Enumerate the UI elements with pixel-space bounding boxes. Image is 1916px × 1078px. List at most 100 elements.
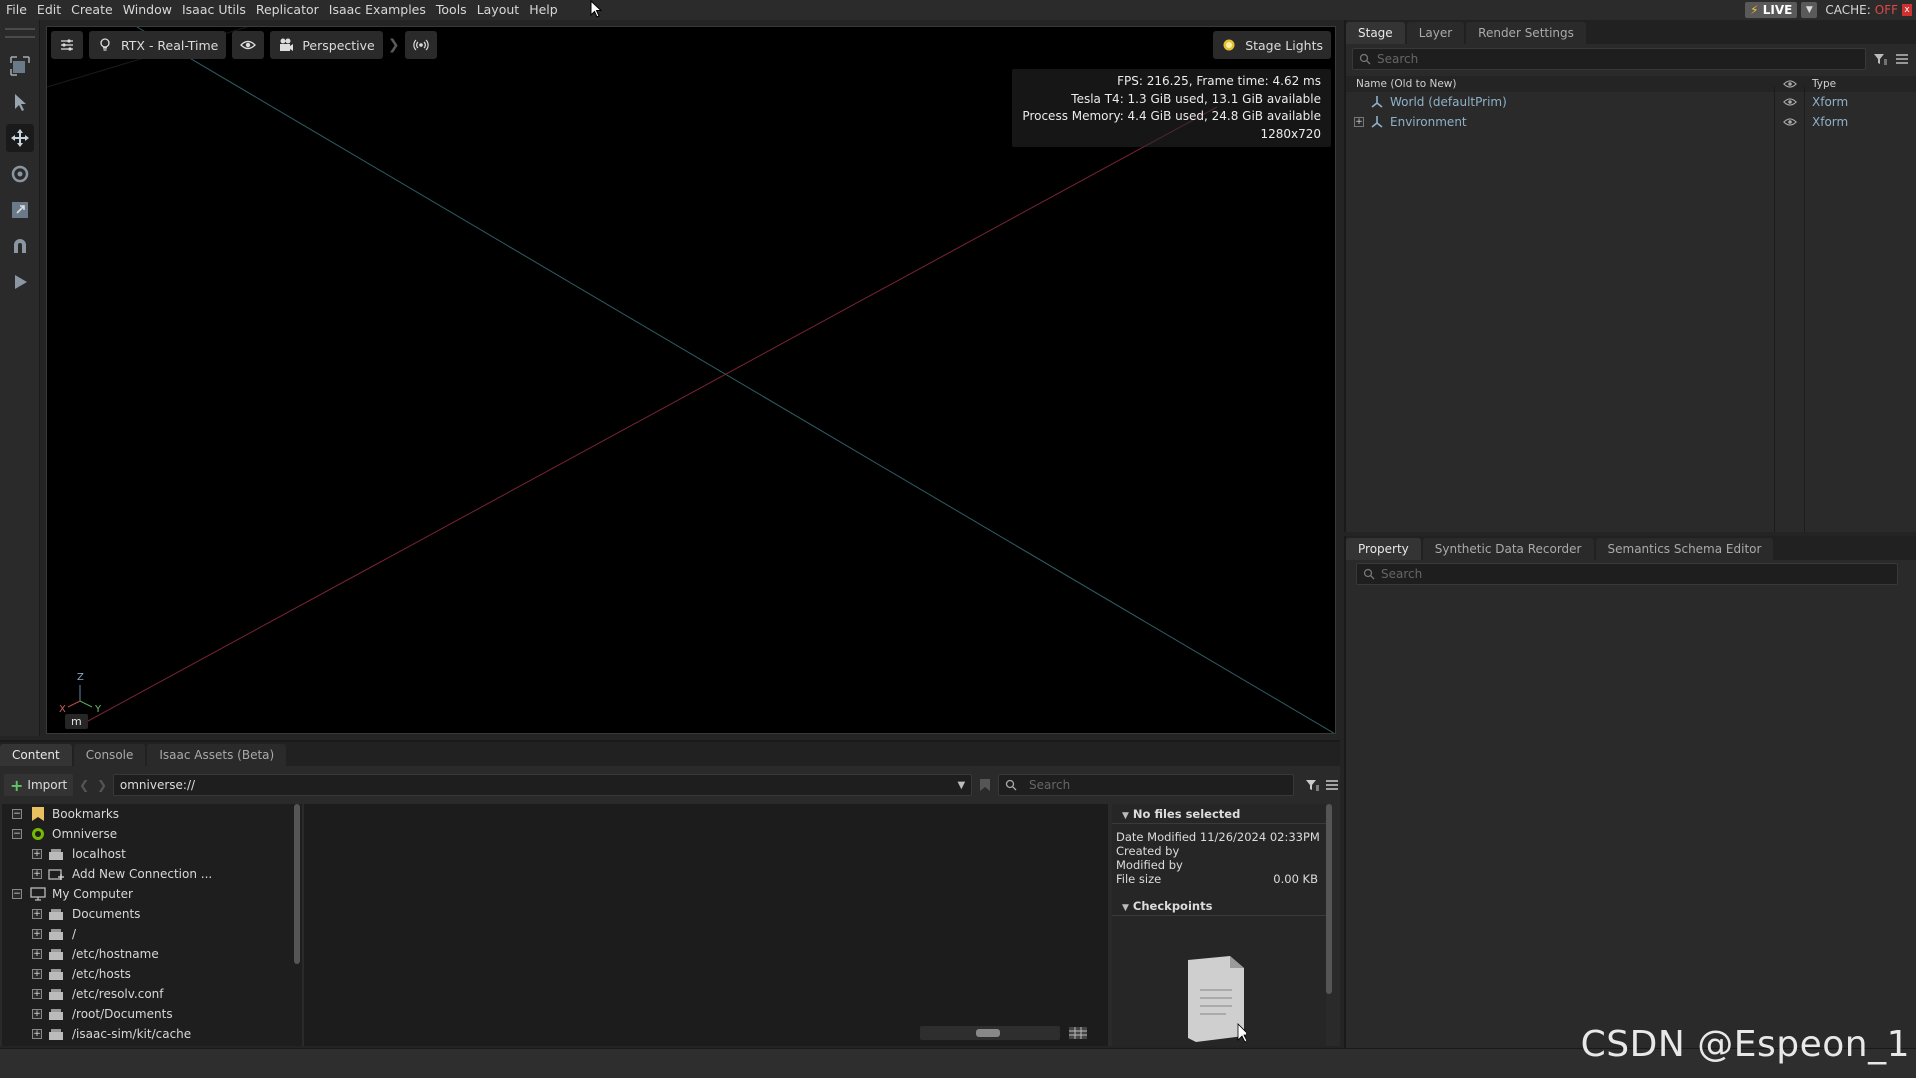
cache-close-icon[interactable]: x (1902, 4, 1912, 16)
eye-icon[interactable] (1783, 116, 1797, 128)
renderer-button[interactable]: RTX - Real-Time (89, 31, 227, 59)
expand-plus-icon[interactable]: + (32, 849, 42, 859)
tree-item-etc-hosts[interactable]: + /etc/hosts (2, 964, 302, 984)
tab-synthetic-data-recorder[interactable]: Synthetic Data Recorder (1422, 538, 1594, 560)
units-indicator[interactable]: m (65, 714, 88, 729)
tab-stage[interactable]: Stage (1346, 22, 1405, 44)
stage-row-world[interactable]: World (defaultPrim) Xform (1346, 92, 1916, 112)
viewport-settings-button[interactable] (51, 31, 83, 59)
path-input[interactable]: omniverse:// ▼ (112, 774, 973, 796)
collapse-minus-icon[interactable]: − (12, 889, 22, 899)
tab-render-settings[interactable]: Render Settings (1466, 22, 1586, 44)
expand-plus-icon[interactable]: + (32, 969, 42, 979)
expand-plus-icon[interactable]: + (32, 1029, 42, 1039)
thumbnail-size-slider[interactable] (920, 1026, 1060, 1040)
filter-icon[interactable] (1304, 777, 1320, 793)
triangle-down-icon: ▼ (1122, 903, 1129, 913)
camera-icon (280, 38, 294, 51)
expand-plus-icon[interactable]: + (32, 949, 42, 959)
tab-layer[interactable]: Layer (1406, 22, 1465, 44)
stage-lights-button[interactable]: Stage Lights (1213, 31, 1331, 59)
tree-item-etc-resolv[interactable]: + /etc/resolv.conf (2, 984, 302, 1004)
column-divider[interactable] (1804, 86, 1805, 532)
live-button[interactable]: ⚡ LIVE (1745, 2, 1798, 18)
toolbar-grip[interactable] (4, 28, 35, 38)
property-search-input[interactable]: Search (1356, 563, 1898, 585)
path-dropdown-icon[interactable]: ▼ (958, 780, 966, 791)
tree-item-root-documents[interactable]: + /root/Documents (2, 1004, 302, 1024)
expand-plus-icon[interactable]: + (32, 929, 42, 939)
expand-plus-icon[interactable]: + (32, 869, 42, 879)
camera-button[interactable]: Perspective (270, 31, 383, 59)
file-browser-pane[interactable] (304, 804, 1108, 1046)
expand-plus-icon[interactable]: + (32, 1009, 42, 1019)
tree-item-etc-hostname[interactable]: + /etc/hostname (2, 944, 302, 964)
forward-arrow-icon[interactable]: ❯ (95, 778, 109, 792)
viewport[interactable]: RTX - Real-Time Perspective ❯ Stage Ligh… (46, 26, 1336, 734)
filter-icon[interactable] (1872, 51, 1888, 67)
content-search-placeholder: Search (1029, 778, 1071, 792)
column-divider[interactable] (1774, 86, 1775, 532)
audio-broadcast-button[interactable] (404, 31, 437, 59)
select-mode-icon[interactable] (6, 52, 34, 80)
menu-isaac-examples[interactable]: Isaac Examples (324, 0, 431, 20)
visibility-column-eye-icon[interactable] (1783, 78, 1797, 90)
menu-file[interactable]: File (0, 0, 32, 20)
menu-replicator[interactable]: Replicator (251, 0, 324, 20)
menu-edit[interactable]: Edit (32, 0, 66, 20)
back-arrow-icon[interactable]: ❮ (77, 778, 91, 792)
collapse-minus-icon[interactable]: − (12, 829, 22, 839)
scale-tool-icon[interactable] (6, 196, 34, 224)
stage-search-row: Search (1346, 44, 1916, 74)
stage-search-input[interactable]: Search (1352, 48, 1866, 70)
expand-plus-icon[interactable]: + (32, 909, 42, 919)
tree-item-kit-cache[interactable]: + /isaac-sim/kit/cache (2, 1024, 302, 1044)
import-button[interactable]: + Import (4, 774, 74, 796)
tree-item-bookmarks[interactable]: − Bookmarks (2, 804, 302, 824)
menu-layout[interactable]: Layout (472, 0, 525, 20)
menu-create[interactable]: Create (66, 0, 118, 20)
live-dropdown-chevron-icon[interactable]: ▼ (1801, 2, 1818, 18)
tree-item-documents[interactable]: + Documents (2, 904, 302, 924)
computer-icon (30, 887, 46, 901)
tab-isaac-assets[interactable]: Isaac Assets (Beta) (147, 744, 287, 766)
rotate-tool-icon[interactable] (6, 160, 34, 188)
menu-tools[interactable]: Tools (431, 0, 472, 20)
visibility-button[interactable] (232, 31, 265, 59)
move-tool-icon[interactable] (6, 124, 34, 152)
tab-semantics-schema-editor[interactable]: Semantics Schema Editor (1595, 538, 1774, 560)
collapse-minus-icon[interactable]: − (12, 809, 22, 819)
tree-scrollbar[interactable] (294, 804, 300, 964)
play-icon[interactable] (6, 268, 34, 296)
hamburger-menu-icon[interactable] (1894, 51, 1910, 67)
tree-item-root[interactable]: + / (2, 924, 302, 944)
tab-content[interactable]: Content (0, 744, 72, 766)
snap-magnet-icon[interactable] (6, 232, 34, 260)
menu-help[interactable]: Help (524, 0, 563, 20)
tree-item-omniverse[interactable]: − Omniverse (2, 824, 302, 844)
file-details-section-header[interactable]: ▼ No files selected (1112, 804, 1326, 824)
created-by-label: Created by (1116, 844, 1180, 858)
expand-plus-icon[interactable]: + (1354, 117, 1364, 127)
column-type-header[interactable]: Type (1812, 76, 1836, 92)
expand-plus-icon[interactable]: + (32, 989, 42, 999)
bookmark-icon[interactable] (976, 774, 994, 796)
info-scrollbar[interactable] (1326, 804, 1332, 994)
cache-state[interactable]: OFF (1875, 3, 1898, 17)
menu-window[interactable]: Window (118, 0, 177, 20)
grid-view-icon[interactable] (1068, 1026, 1088, 1040)
stage-row-environment[interactable]: + Environment Xform (1346, 112, 1916, 132)
tree-item-add-connection[interactable]: + Add New Connection ... (2, 864, 302, 884)
eye-icon[interactable] (1783, 96, 1797, 108)
hamburger-menu-icon[interactable] (1324, 777, 1340, 793)
tab-property[interactable]: Property (1346, 538, 1421, 560)
content-search-input[interactable]: Search (998, 774, 1295, 796)
menu-isaac-utils[interactable]: Isaac Utils (177, 0, 251, 20)
tree-item-my-computer[interactable]: − My Computer (2, 884, 302, 904)
tab-console[interactable]: Console (73, 744, 146, 766)
column-name-header[interactable]: Name (Old to New) (1356, 76, 1456, 92)
checkpoints-section-header[interactable]: ▼ Checkpoints (1112, 896, 1326, 916)
select-arrow-icon[interactable] (6, 88, 34, 116)
slider-thumb[interactable] (976, 1029, 1000, 1037)
tree-item-localhost[interactable]: + localhost (2, 844, 302, 864)
